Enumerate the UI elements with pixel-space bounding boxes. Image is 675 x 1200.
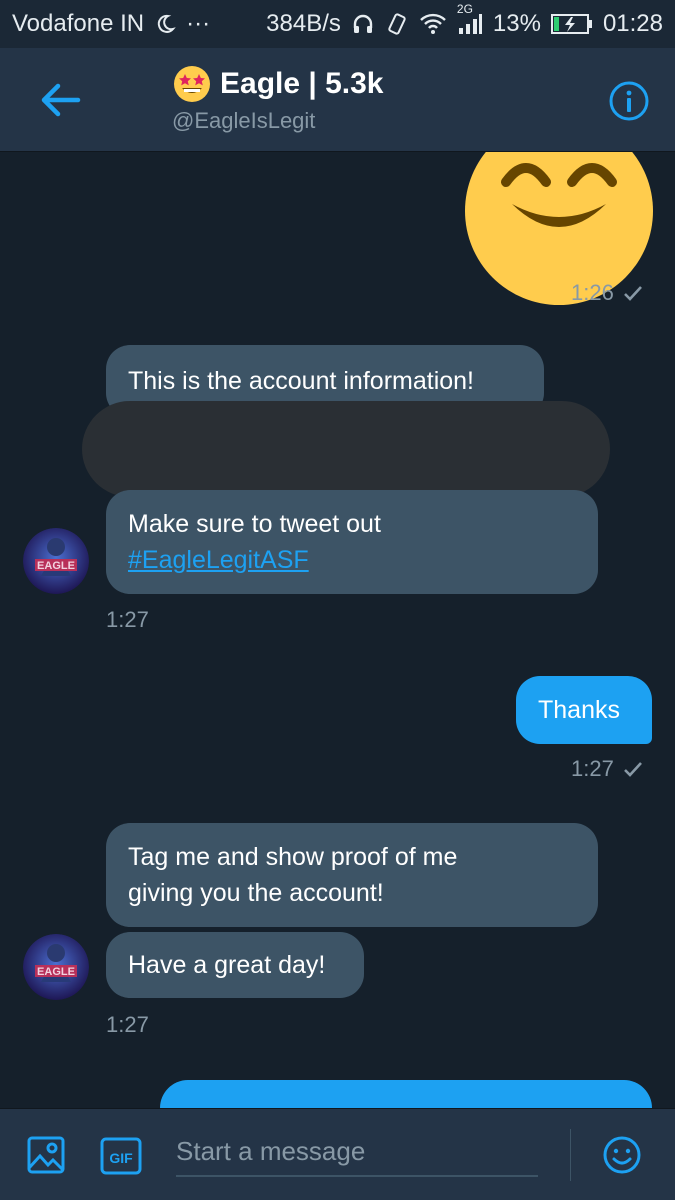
emoji-button[interactable] <box>602 1135 642 1180</box>
image-icon <box>27 1136 65 1174</box>
add-image-button[interactable] <box>26 1135 66 1180</box>
back-button[interactable] <box>36 78 84 122</box>
eagle-avatar-image: EAGLE <box>23 528 89 594</box>
redacted-message-bubble <box>82 401 610 497</box>
check-icon <box>623 762 642 777</box>
avatar[interactable]: EAGLE <box>23 528 89 594</box>
moon-icon <box>154 13 176 35</box>
info-icon <box>609 81 649 121</box>
add-gif-button[interactable]: GIF <box>100 1137 142 1180</box>
info-button[interactable] <box>608 80 650 122</box>
incoming-message-bubble[interactable]: Make sure to tweet out #EagleLegitASF <box>106 490 598 594</box>
incoming-message-bubble[interactable]: Tag me and show proof of me giving you t… <box>106 823 598 927</box>
network-speed: 384B/s <box>266 10 341 37</box>
vibrate-icon <box>385 12 409 36</box>
conversation-header: Eagle | 5.3k @EagleIsLegit <box>0 48 675 152</box>
status-bar: Vodafone IN ··· 384B/s 2G 13% 01:28 <box>0 0 675 48</box>
message-text: Have a great day! <box>128 951 326 979</box>
message-timestamp: 1:26 <box>571 280 644 306</box>
eagle-avatar-image: EAGLE <box>23 934 89 1000</box>
message-input[interactable] <box>176 1127 538 1177</box>
wifi-icon <box>419 12 447 36</box>
check-icon <box>623 286 642 301</box>
signal-icon: 2G <box>457 2 483 36</box>
gif-icon: GIF <box>100 1137 142 1175</box>
outgoing-message-bubble[interactable]: Thanks <box>516 676 652 744</box>
message-timestamp: 1:27 <box>106 607 149 632</box>
composer-divider <box>570 1129 571 1181</box>
carrier-name: Vodafone IN <box>12 10 145 37</box>
message-text-line: Tag me and show proof of me <box>128 843 458 871</box>
arrow-left-icon <box>41 83 81 117</box>
conversation-title-block[interactable]: Eagle | 5.3k @EagleIsLegit <box>172 64 384 134</box>
headphones-icon <box>351 12 375 36</box>
battery-percent: 13% <box>492 10 541 37</box>
svg-text:GIF: GIF <box>109 1150 133 1166</box>
message-timestamp: 1:27 <box>571 756 644 782</box>
incoming-message-bubble[interactable]: Have a great day! <box>106 932 364 998</box>
hashtag-link[interactable]: #EagleLegitASF <box>128 546 309 574</box>
avatar-label: EAGLE <box>37 560 75 572</box>
message-text: Make sure to tweet out <box>128 510 381 538</box>
avatar[interactable]: EAGLE <box>23 934 89 1000</box>
message-text: This is the account information! <box>128 367 474 395</box>
conversation-title: Eagle | 5.3k <box>220 67 384 100</box>
clock: 01:28 <box>602 10 663 37</box>
message-text: Thanks <box>538 696 620 724</box>
network-type: 2G <box>456 2 473 16</box>
message-composer: GIF <box>0 1108 675 1200</box>
outgoing-message-bubble-partial[interactable] <box>160 1080 652 1108</box>
star-struck-emoji-icon <box>174 66 210 102</box>
avatar-label: EAGLE <box>37 966 75 978</box>
conversation-handle: @EagleIsLegit <box>172 108 316 133</box>
battery-charging-icon <box>550 12 593 36</box>
message-text-line: giving you the account! <box>128 879 384 907</box>
more-notifications: ··· <box>186 10 211 37</box>
message-timestamp: 1:27 <box>106 1012 149 1037</box>
message-list[interactable]: 1:26 This is the account information! Ma… <box>0 152 675 1108</box>
emoji-icon <box>603 1136 641 1174</box>
